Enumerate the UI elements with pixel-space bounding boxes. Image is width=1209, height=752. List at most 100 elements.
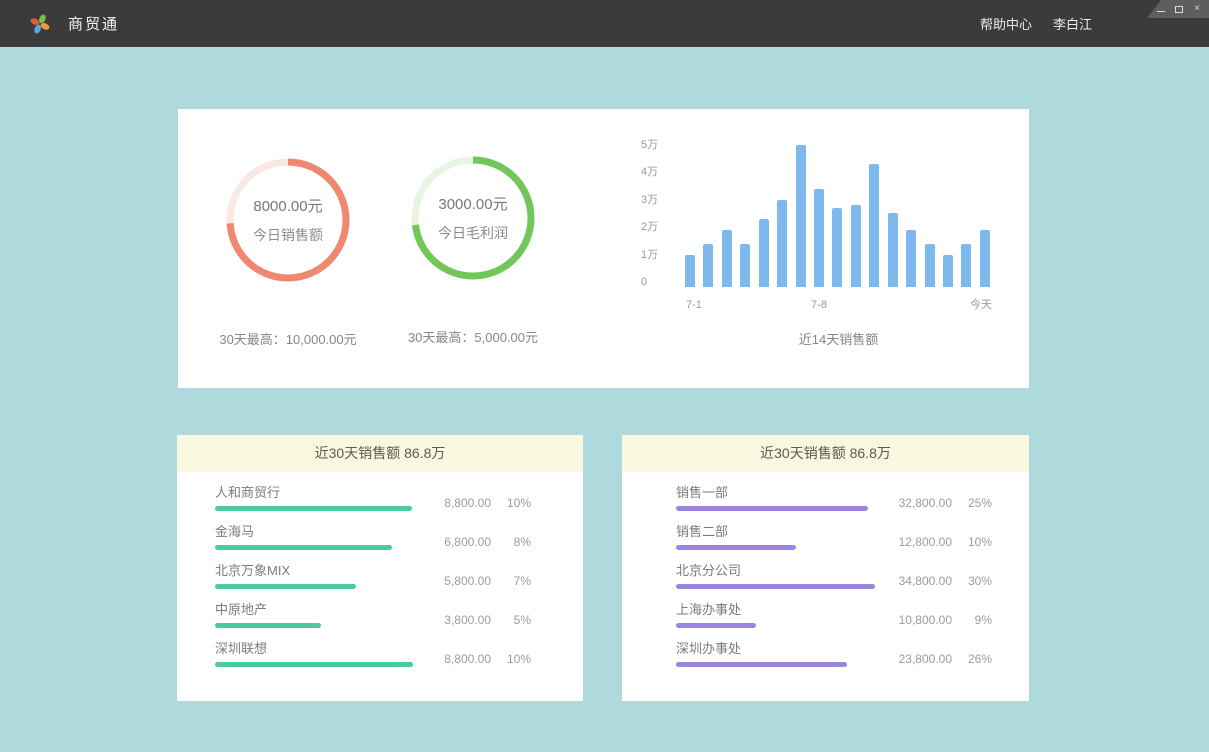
- percent: 5%: [491, 613, 531, 627]
- bar: [722, 230, 732, 287]
- amount: 32,800.00: [899, 496, 952, 510]
- bar: [832, 208, 842, 287]
- amount: 10,800.00: [899, 613, 952, 627]
- y-axis-tick: 4万: [641, 165, 658, 179]
- customer-card-title: 近30天销售额 86.8万: [177, 435, 583, 472]
- bar: [980, 230, 990, 287]
- percent: 10%: [952, 535, 992, 549]
- daily-sales-chart: 5万4万3万2万1万0 7-1 7-8 今天 近14天销售额: [633, 140, 1013, 350]
- progress-bar: [215, 623, 321, 628]
- help-center-link[interactable]: 帮助中心: [980, 14, 1032, 33]
- department-name: 深圳办事处: [676, 640, 899, 657]
- progress-bar: [676, 584, 875, 589]
- department-name: 北京分公司: [676, 562, 899, 579]
- minimize-button[interactable]: [1156, 3, 1166, 15]
- percent: 25%: [952, 496, 992, 510]
- progress-bar: [676, 545, 796, 550]
- user-menu[interactable]: 李白江: [1053, 14, 1092, 33]
- percent: 26%: [952, 652, 992, 666]
- bar: [888, 213, 898, 287]
- amount: 34,800.00: [899, 574, 952, 588]
- customer-name: 北京万象MIX: [215, 562, 444, 579]
- y-axis-tick: 1万: [641, 248, 658, 262]
- app-title: 商贸通: [68, 13, 119, 34]
- bar: [740, 244, 750, 287]
- bar: [869, 164, 879, 287]
- list-item: 北京万象MIX 5,800.007%: [215, 562, 531, 589]
- today-sales-value: 8000.00元: [253, 195, 322, 216]
- today-profit-gauge: 3000.00元 今日毛利润 30天最高：5,000.00元: [368, 153, 578, 346]
- amount: 6,800.00: [444, 535, 491, 549]
- daily-sales-chart-title: 近14天销售额: [685, 329, 992, 348]
- titlebar-menu: 帮助中心 李白江: [980, 0, 1092, 47]
- list-item: 销售二部 12,800.0010%: [676, 523, 992, 550]
- bar: [759, 219, 769, 287]
- customer-name: 深圳联想: [215, 640, 444, 657]
- department-rows: 销售一部 32,800.0025% 销售二部 12,800.0010% 北京分公…: [622, 472, 1029, 667]
- today-sales-donut-chart: 8000.00元 今日销售额: [223, 155, 353, 285]
- maximize-button[interactable]: [1174, 3, 1184, 15]
- progress-bar: [215, 506, 412, 511]
- titlebar: 商贸通 帮助中心 李白江 ×: [0, 0, 1209, 47]
- bar: [796, 145, 806, 287]
- today-profit-30day-max: 30天最高：5,000.00元: [368, 327, 578, 346]
- amount: 8,800.00: [444, 652, 491, 666]
- bar: [851, 205, 861, 287]
- overview-card: 8000.00元 今日销售额 30天最高：10,000.00元 3000.00元…: [178, 109, 1029, 388]
- percent: 10%: [491, 496, 531, 510]
- bar: [703, 244, 713, 287]
- department-ranking-card: 近30天销售额 86.8万 销售一部 32,800.0025% 销售二部 12,…: [622, 435, 1029, 701]
- department-name: 销售二部: [676, 523, 899, 540]
- amount: 23,800.00: [899, 652, 952, 666]
- list-item: 销售一部 32,800.0025%: [676, 484, 992, 511]
- department-name: 销售一部: [676, 484, 899, 501]
- amount: 8,800.00: [444, 496, 491, 510]
- percent: 9%: [952, 613, 992, 627]
- amount: 3,800.00: [444, 613, 491, 627]
- x-axis-tick: 7-1: [686, 298, 702, 312]
- bar: [943, 255, 953, 287]
- list-item: 北京分公司 34,800.0030%: [676, 562, 992, 589]
- progress-bar: [676, 623, 756, 628]
- progress-bar: [215, 584, 356, 589]
- dashboard-page: 8000.00元 今日销售额 30天最高：10,000.00元 3000.00元…: [0, 47, 1209, 752]
- percent: 7%: [491, 574, 531, 588]
- list-item: 深圳办事处 23,800.0026%: [676, 640, 992, 667]
- bar: [777, 200, 787, 287]
- percent: 10%: [491, 652, 531, 666]
- progress-bar: [676, 662, 847, 667]
- list-item: 人和商贸行 8,800.0010%: [215, 484, 531, 511]
- customer-name: 人和商贸行: [215, 484, 444, 501]
- amount: 12,800.00: [899, 535, 952, 549]
- department-name: 上海办事处: [676, 601, 899, 618]
- today-sales-gauge: 8000.00元 今日销售额 30天最高：10,000.00元: [183, 155, 393, 348]
- customer-ranking-card: 近30天销售额 86.8万 人和商贸行 8,800.0010% 金海马 6,80…: [177, 435, 583, 701]
- bar: [685, 255, 695, 287]
- window-controls: ×: [1147, 0, 1209, 18]
- list-item: 金海马 6,800.008%: [215, 523, 531, 550]
- y-axis-tick: 2万: [641, 220, 658, 234]
- maximize-icon: [1175, 6, 1183, 13]
- bar: [961, 244, 971, 287]
- today-sales-label: 今日销售额: [253, 225, 323, 245]
- list-item: 中原地产 3,800.005%: [215, 601, 531, 628]
- list-item: 上海办事处 10,800.009%: [676, 601, 992, 628]
- progress-bar: [676, 506, 868, 511]
- today-profit-donut-chart: 3000.00元 今日毛利润: [408, 153, 538, 283]
- customer-name: 中原地产: [215, 601, 444, 618]
- percent: 8%: [491, 535, 531, 549]
- y-axis-tick: 5万: [641, 138, 658, 152]
- daily-sales-plot: [685, 140, 992, 287]
- y-axis-tick: 3万: [641, 193, 658, 207]
- progress-bar: [215, 545, 392, 550]
- today-sales-30day-max: 30天最高：10,000.00元: [183, 329, 393, 348]
- percent: 30%: [952, 574, 992, 588]
- x-axis-tick: 7-8: [811, 298, 827, 312]
- bar: [906, 230, 916, 287]
- minimize-icon: [1157, 11, 1165, 12]
- close-button[interactable]: ×: [1192, 3, 1202, 15]
- today-profit-label: 今日毛利润: [438, 223, 508, 243]
- app-logo-icon: [28, 12, 52, 36]
- x-axis-tick: 今天: [970, 298, 992, 312]
- department-card-title: 近30天销售额 86.8万: [622, 435, 1029, 472]
